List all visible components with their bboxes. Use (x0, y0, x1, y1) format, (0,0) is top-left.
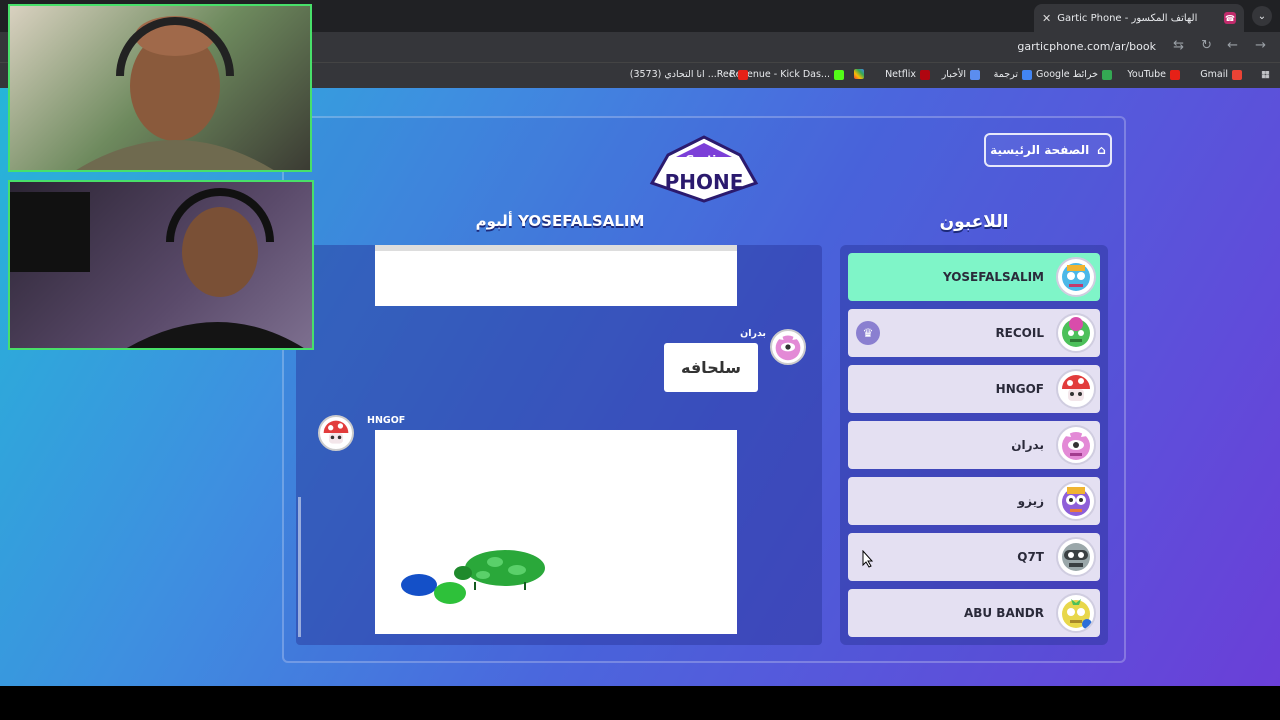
player-avatar (1056, 369, 1096, 409)
url-field[interactable]: garticphone.com/ar/book (1017, 40, 1156, 53)
tab-search-button[interactable]: ⌄ (1252, 6, 1272, 26)
bookmark-gmail[interactable]: Gmail (1200, 69, 1242, 80)
svg-text:PHONE: PHONE (665, 170, 744, 194)
crown-icon: ♛ (856, 321, 880, 345)
bookmark-translate[interactable]: ترجمة (994, 69, 1032, 80)
gmail-icon (1232, 69, 1242, 80)
webcam-feed-1 (8, 4, 312, 172)
sender-name: HNGOF (367, 415, 406, 426)
player-row[interactable]: HNGOF (848, 365, 1100, 413)
home-icon: ⌂ (1097, 143, 1106, 157)
player-name: ABU BANDR (963, 606, 1044, 620)
mouse-cursor-icon (862, 550, 874, 568)
close-tab-icon[interactable]: ✕ (1042, 12, 1051, 25)
player-avatar (1056, 257, 1096, 297)
player-avatar (1056, 593, 1096, 633)
reload-icon[interactable]: ↻ (1201, 38, 1212, 53)
bottom-black-bar (0, 686, 1280, 720)
guess-bubble: سلحافه (664, 343, 758, 392)
player-row[interactable]: بدران (848, 421, 1100, 469)
player-avatar (1056, 481, 1096, 521)
apps-icon[interactable]: ▦ (1261, 69, 1270, 80)
news-icon (970, 69, 980, 80)
browser-tab[interactable]: ✕ Gartic Phone - الهاتف المكسور ☎ (1034, 4, 1244, 32)
kick-icon (834, 69, 844, 80)
player-row[interactable]: زيزو (848, 477, 1100, 525)
home-button[interactable]: ⌂ الصفحة الرئيسية (984, 133, 1112, 167)
player-name: زيزو (1017, 494, 1044, 508)
sender-avatar (770, 329, 806, 365)
netflix-icon (920, 69, 930, 80)
bookmark-news[interactable]: الأخبار (942, 69, 980, 80)
player-avatar (1056, 537, 1096, 577)
sender-name: بدران (740, 328, 766, 339)
sender-avatar (318, 415, 354, 451)
player-avatar (1056, 313, 1096, 353)
player-name: YOSEFALSALIM (942, 270, 1044, 284)
screen: + ✕ Gartic Phone - الهاتف المكسور ☎ ⌄ → … (0, 0, 1280, 720)
forward-icon[interactable]: → (1255, 38, 1266, 53)
translate-icon (1022, 69, 1032, 80)
drawing-canvas (375, 430, 737, 634)
bookmark-photos[interactable] (854, 69, 864, 79)
turtle-drawing (401, 550, 545, 604)
player-name: بدران (1011, 438, 1044, 452)
previous-drawing-card (375, 245, 737, 306)
gartic-phone-logo: Gartic PHONE (649, 135, 759, 203)
photos-icon (854, 69, 864, 79)
tab-title: Gartic Phone - الهاتف المكسور (1057, 12, 1198, 24)
album-title: ألبوم YOSEFALSALIM (475, 212, 645, 230)
player-name: RECOIL (995, 326, 1044, 340)
phone-favicon-icon: ☎ (1224, 12, 1236, 24)
back-icon[interactable]: ← (1227, 38, 1238, 53)
player-row[interactable]: Q7T (848, 533, 1100, 581)
bookmark-netflix[interactable]: Netflix (885, 69, 930, 80)
album-scrollbar[interactable] (298, 497, 301, 637)
player-name: HNGOF (995, 382, 1044, 396)
bookmark-recording[interactable]: (3573) انا التحادي ...Rec (630, 69, 748, 80)
player-row[interactable]: YOSEFALSALIM (848, 253, 1100, 301)
players-title: اللاعبون (939, 212, 1009, 232)
player-name: Q7T (1017, 550, 1044, 564)
player-row[interactable]: ♛ RECOIL (848, 309, 1100, 357)
player-row[interactable]: ABU BANDR (848, 589, 1100, 637)
svg-text:Gartic: Gartic (685, 153, 722, 166)
webcam-feed-2 (8, 180, 314, 350)
site-settings-icon[interactable]: ⇆ (1173, 38, 1184, 53)
youtube-icon (1170, 69, 1180, 80)
player-avatar (1056, 425, 1096, 465)
maps-icon (1102, 69, 1112, 80)
bookmark-maps[interactable]: Google خرائط (1036, 69, 1112, 80)
bookmark-youtube[interactable]: YouTube (1127, 69, 1180, 80)
youtube-icon (738, 69, 748, 80)
